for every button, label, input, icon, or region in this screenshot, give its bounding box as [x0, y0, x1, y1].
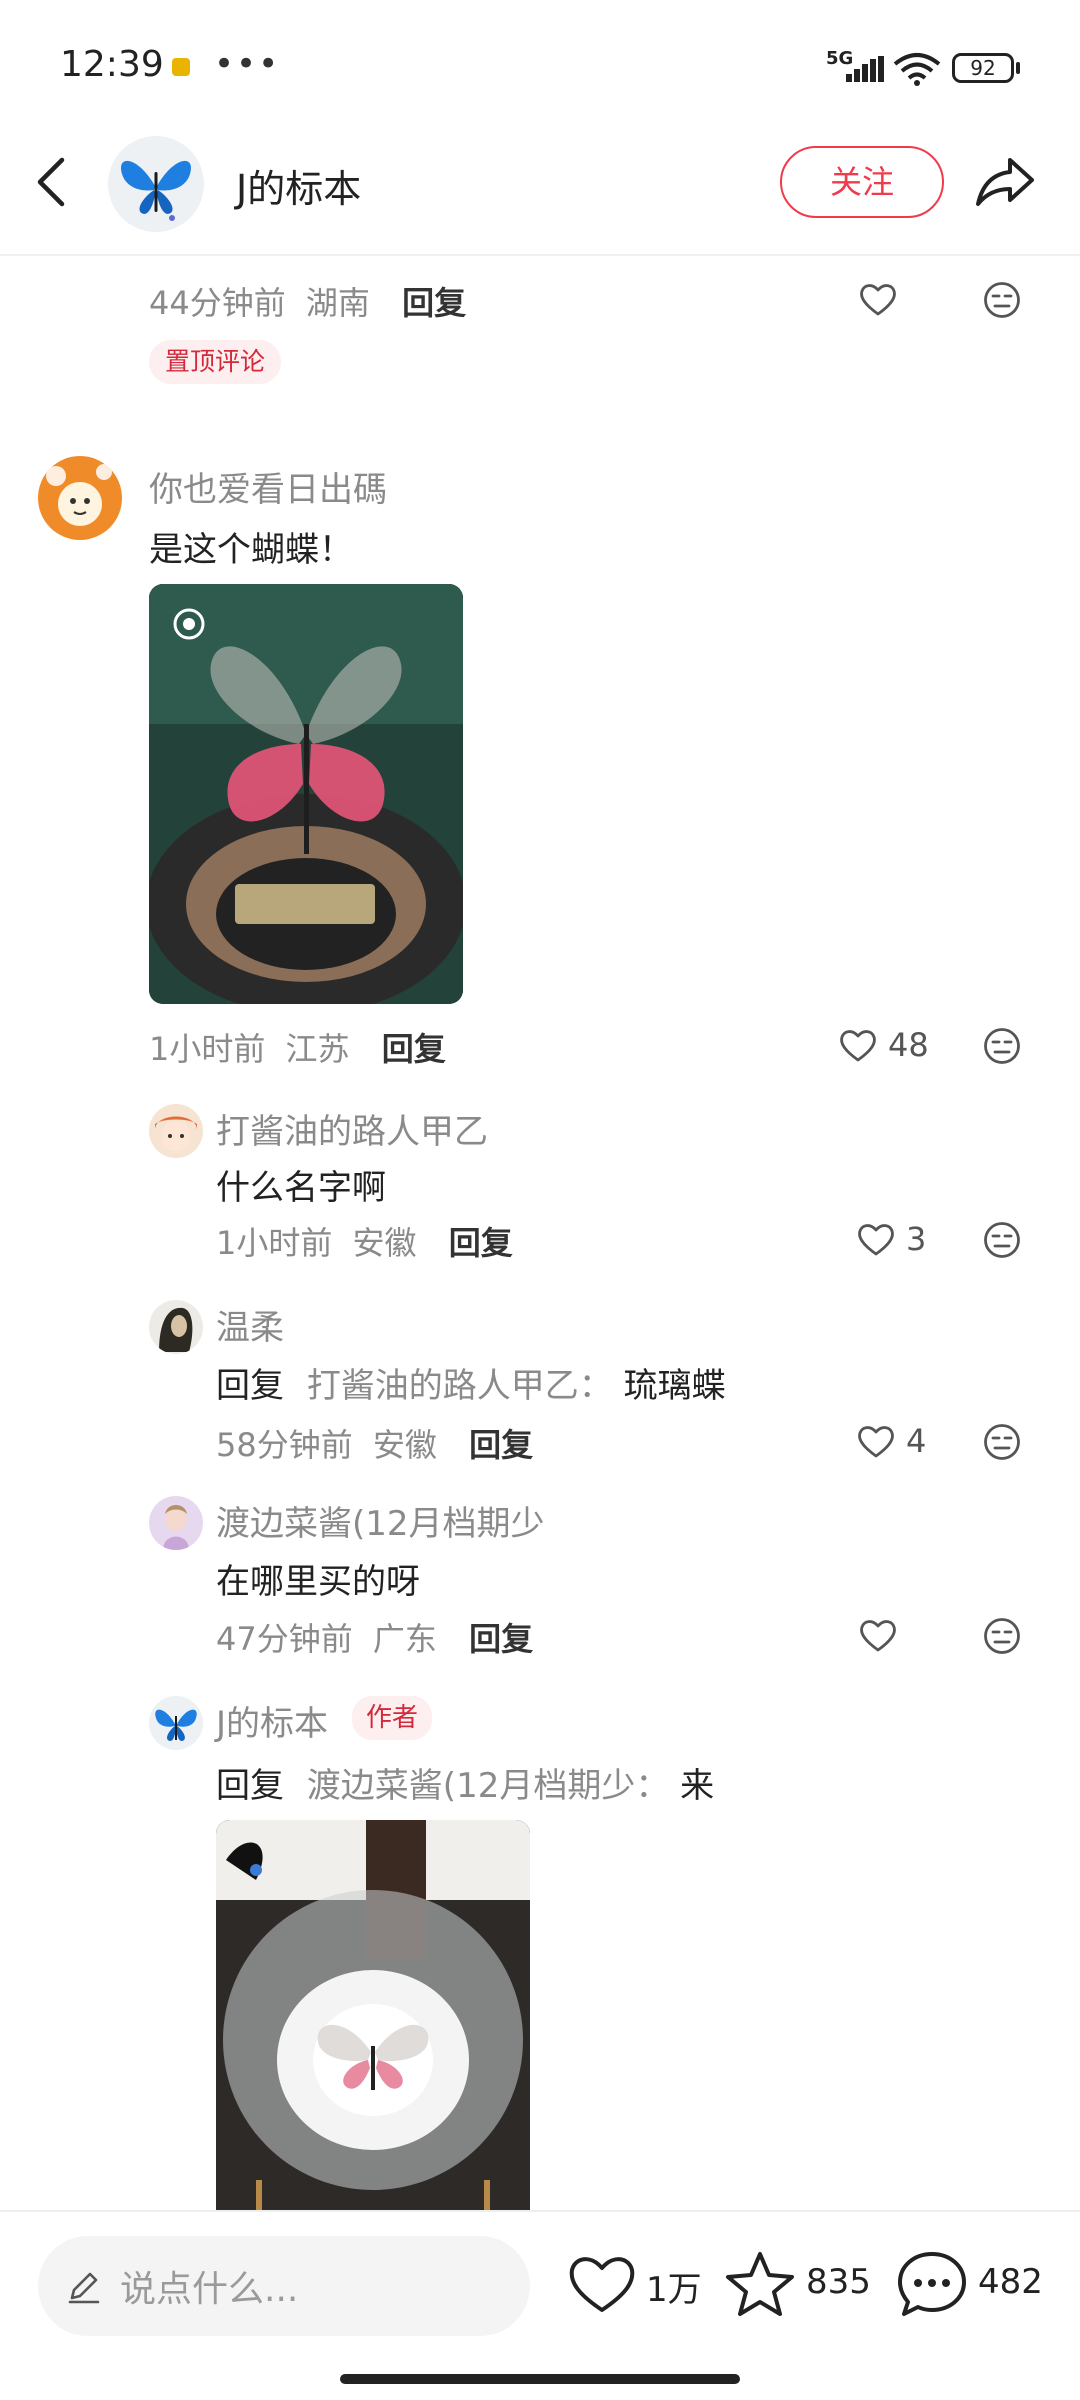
reply2-avatar[interactable]	[149, 1496, 203, 1550]
reply0-like-count: 3	[906, 1220, 927, 1258]
wifi-icon	[893, 53, 941, 86]
reply0-avatar[interactable]	[149, 1104, 203, 1158]
notification-icon	[172, 58, 190, 76]
bottom-divider	[0, 2210, 1080, 2212]
comment1-meta: 1小时前 江苏 回复	[149, 1024, 446, 1070]
reply2-text: 在哪里买的呀	[216, 1562, 420, 1602]
avatar-illustration	[163, 1505, 189, 1550]
reply1-like-icon[interactable]	[856, 1422, 896, 1462]
reply2-username[interactable]: 渡边菜酱(12月档期少	[216, 1496, 545, 1545]
header-divider	[0, 254, 1080, 256]
avatar-illustration	[155, 1116, 197, 1151]
comment1-reply-button[interactable]: 回复	[382, 1030, 446, 1068]
like-count: 1万	[646, 2270, 702, 2310]
reply1-dislike-icon[interactable]	[982, 1422, 1022, 1462]
butterfly-photo	[216, 1820, 530, 2210]
signal-icon	[846, 56, 884, 82]
reply3-reply-body: 来	[680, 1766, 715, 1806]
pinned-like-icon[interactable]	[858, 280, 898, 320]
comment1-location: 江苏	[285, 1030, 350, 1068]
follow-button[interactable]: 关注	[780, 146, 944, 218]
pinned-reply-button[interactable]: 回复	[402, 284, 466, 322]
reply1-avatar[interactable]	[149, 1300, 203, 1354]
reply2-dislike-icon[interactable]	[982, 1616, 1022, 1656]
reply2-reply-button[interactable]: 回复	[469, 1620, 533, 1658]
comment1-like-icon[interactable]	[838, 1026, 878, 1066]
reply1-like-count: 4	[906, 1422, 927, 1460]
reply0-location: 安徽	[352, 1224, 417, 1262]
more-notifications-icon: •••	[214, 44, 281, 84]
reply3-text: 回复 渡边菜酱(12月档期少： 来	[216, 1758, 714, 1807]
reply3-photo[interactable]	[216, 1820, 530, 2210]
reply1-reply-button[interactable]: 回复	[469, 1426, 533, 1464]
comment-icon[interactable]	[896, 2250, 968, 2318]
reply3-reply-prefix: 回复	[216, 1766, 284, 1806]
comment1-avatar[interactable]	[38, 456, 122, 540]
home-indicator[interactable]	[340, 2374, 740, 2384]
comment-input-placeholder[interactable]: 说点什么...	[120, 2260, 298, 2312]
reply1-time: 58分钟前	[216, 1426, 353, 1464]
star-count: 835	[806, 2262, 871, 2302]
reply0-username[interactable]: 打酱油的路人甲乙	[216, 1104, 488, 1153]
avatar-illustration	[46, 464, 112, 526]
status-time: 12:39	[60, 44, 164, 85]
comment1-username[interactable]: 你也爱看日出碼	[149, 462, 387, 511]
pinned-dislike-icon[interactable]	[982, 280, 1022, 320]
reply0-reply-button[interactable]: 回复	[449, 1224, 513, 1262]
pinned-location: 湖南	[305, 284, 370, 322]
comment1-time: 1小时前	[149, 1030, 266, 1068]
reply1-reply-prefix: 回复	[216, 1366, 284, 1406]
comment1-photo[interactable]	[149, 584, 463, 1004]
reply1-text: 回复 打酱油的路人甲乙： 琉璃蝶	[216, 1358, 726, 1407]
like-icon[interactable]	[566, 2250, 638, 2318]
pinned-badge: 置顶评论	[149, 340, 282, 384]
comment1-like-count: 48	[888, 1026, 929, 1064]
author-badge: 作者	[352, 1696, 433, 1740]
author-avatar[interactable]	[108, 136, 204, 232]
reply0-time: 1小时前	[216, 1224, 333, 1262]
butterfly-icon	[155, 1709, 197, 1741]
reply1-meta: 58分钟前 安徽 回复	[216, 1420, 533, 1466]
avatar-illustration	[159, 1307, 193, 1352]
battery-tip	[1016, 62, 1020, 74]
star-icon[interactable]	[724, 2250, 796, 2318]
butterfly-icon	[120, 160, 192, 221]
battery-icon: 92	[952, 53, 1014, 83]
pen-icon	[68, 2272, 100, 2304]
reply3-avatar[interactable]	[149, 1696, 203, 1750]
reply1-reply-body: 琉璃蝶	[623, 1366, 726, 1406]
reply2-time: 47分钟前	[216, 1620, 353, 1658]
reply1-location: 安徽	[372, 1426, 437, 1464]
reply0-text: 什么名字啊	[216, 1168, 386, 1208]
reply0-like-icon[interactable]	[856, 1220, 896, 1260]
share-icon[interactable]	[974, 150, 1036, 212]
reply1-reply-target[interactable]: 打酱油的路人甲乙：	[307, 1366, 613, 1406]
reply2-like-icon[interactable]	[858, 1616, 898, 1656]
comment-count: 482	[978, 2262, 1043, 2302]
reply1-username[interactable]: 温柔	[216, 1300, 284, 1349]
reply2-location: 广东	[372, 1620, 437, 1658]
reply0-meta: 1小时前 安徽 回复	[216, 1218, 513, 1264]
reply0-dislike-icon[interactable]	[982, 1220, 1022, 1260]
comment1-text: 是这个蝴蝶！	[149, 530, 353, 570]
pinned-comment-meta: 44分钟前 湖南 回复	[149, 278, 466, 324]
reply3-reply-target[interactable]: 渡边菜酱(12月档期少：	[307, 1766, 670, 1806]
reply3-username[interactable]: J的标本	[216, 1696, 328, 1745]
reply2-meta: 47分钟前 广东 回复	[216, 1614, 533, 1660]
back-icon[interactable]	[34, 154, 68, 210]
comment1-dislike-icon[interactable]	[982, 1026, 1022, 1066]
author-name[interactable]: J的标本	[236, 158, 361, 213]
butterfly-photo	[149, 584, 463, 1004]
pinned-time: 44分钟前	[149, 284, 286, 322]
